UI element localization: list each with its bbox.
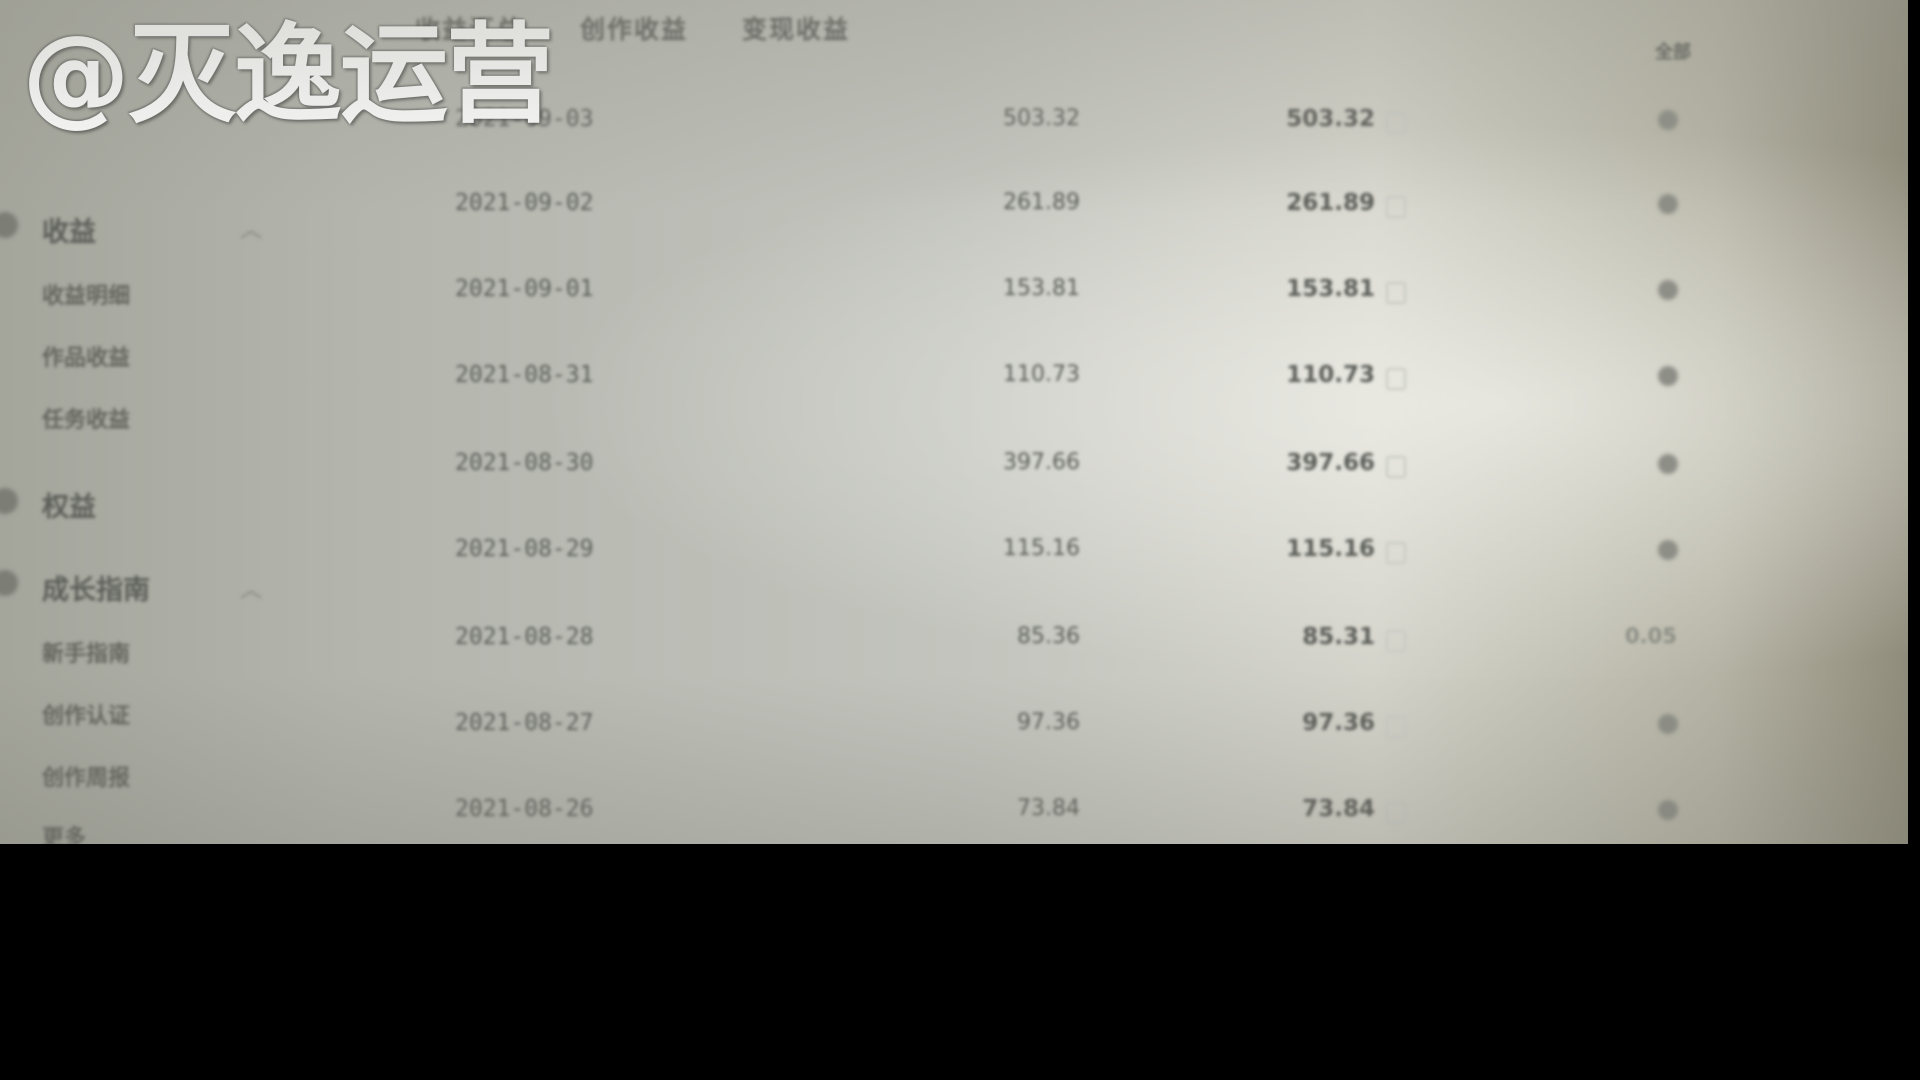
- date-cell: 2021-09-01: [455, 276, 594, 302]
- table-row: 2021-09-02 261.89 261.89: [0, 190, 1908, 230]
- total-cell: 397.66: [1286, 450, 1375, 476]
- status-dot-icon: [1658, 194, 1678, 214]
- filter-dropdown[interactable]: 全部: [1655, 38, 1691, 64]
- info-icon[interactable]: [1386, 368, 1406, 390]
- sidebar-item-weekly-report[interactable]: 创作周报: [42, 760, 130, 792]
- status-dot-icon: [1658, 714, 1678, 734]
- income-cell: 97.36: [1017, 710, 1080, 735]
- date-cell: 2021-09-02: [455, 190, 594, 216]
- chevron-up-icon[interactable]: ︿: [240, 572, 262, 604]
- status-dot-icon: [1658, 454, 1678, 474]
- status-dot-icon: [1658, 110, 1678, 130]
- info-icon[interactable]: [1386, 716, 1406, 738]
- tab-monetization-income[interactable]: 变现收益: [742, 10, 850, 46]
- table-row: 2021-08-29 115.16 115.16: [0, 536, 1908, 576]
- total-cell: 261.89: [1286, 190, 1375, 216]
- date-cell: 2021-08-31: [455, 362, 594, 388]
- total-cell: 503.32: [1286, 106, 1375, 132]
- sidebar-item-task-income[interactable]: 任务收益: [42, 402, 130, 434]
- tab-creation-income[interactable]: 创作收益: [580, 10, 688, 46]
- income-cell: 503.32: [1003, 106, 1080, 131]
- income-cell: 115.16: [1003, 536, 1080, 561]
- info-icon[interactable]: [1386, 802, 1406, 824]
- info-icon[interactable]: [1386, 630, 1406, 652]
- info-icon[interactable]: [1386, 112, 1406, 134]
- status-dot-icon: [1658, 366, 1678, 386]
- total-cell: 110.73: [1286, 362, 1375, 388]
- info-icon[interactable]: [1386, 282, 1406, 304]
- info-icon[interactable]: [1386, 542, 1406, 564]
- income-cell: 153.81: [1003, 276, 1080, 301]
- date-cell: 2021-08-30: [455, 450, 594, 476]
- info-icon[interactable]: [1386, 196, 1406, 218]
- extra-value: 0.05: [1625, 624, 1677, 648]
- info-icon[interactable]: [1386, 456, 1406, 478]
- table-row: 2021-08-30 397.66 397.66: [0, 450, 1908, 490]
- status-dot-icon: [1658, 540, 1678, 560]
- total-cell: 153.81: [1286, 276, 1375, 302]
- date-cell: 2021-08-26: [455, 796, 594, 822]
- total-cell: 73.84: [1302, 796, 1375, 822]
- status-dot-icon: [1658, 280, 1678, 300]
- total-cell: 115.16: [1286, 536, 1375, 562]
- income-cell: 261.89: [1003, 190, 1080, 215]
- table-row: 2021-09-01 153.81 153.81: [0, 276, 1908, 316]
- status-dot-icon: [1658, 800, 1678, 820]
- watermark: @灭逸运营: [22, 13, 554, 138]
- sidebar-group-rights[interactable]: 权益: [42, 485, 96, 524]
- total-cell: 85.31: [1302, 624, 1375, 650]
- income-cell: 85.36: [1017, 624, 1080, 649]
- clock-icon: [0, 488, 18, 514]
- total-cell: 97.36: [1302, 710, 1375, 736]
- table-row: 2021-08-26 73.84 73.84: [0, 796, 1908, 836]
- date-cell: 2021-08-28: [455, 624, 594, 650]
- date-cell: 2021-08-29: [455, 536, 594, 562]
- income-cell: 110.73: [1003, 362, 1080, 387]
- table-row: 2021-08-31 110.73 110.73: [0, 362, 1908, 402]
- photographed-screen: 收益汇总 创作收益 变现收益 全部 收益 ︿ 收益明细 作品收益 任务收益 权益…: [0, 0, 1908, 844]
- table-row: 2021-08-27 97.36 97.36: [0, 710, 1908, 750]
- table-row: 2021-08-28 85.36 85.31 0.05: [0, 624, 1908, 664]
- date-cell: 2021-08-27: [455, 710, 594, 736]
- income-cell: 73.84: [1017, 796, 1080, 821]
- black-letterbox: [0, 844, 1920, 1080]
- income-cell: 397.66: [1003, 450, 1080, 475]
